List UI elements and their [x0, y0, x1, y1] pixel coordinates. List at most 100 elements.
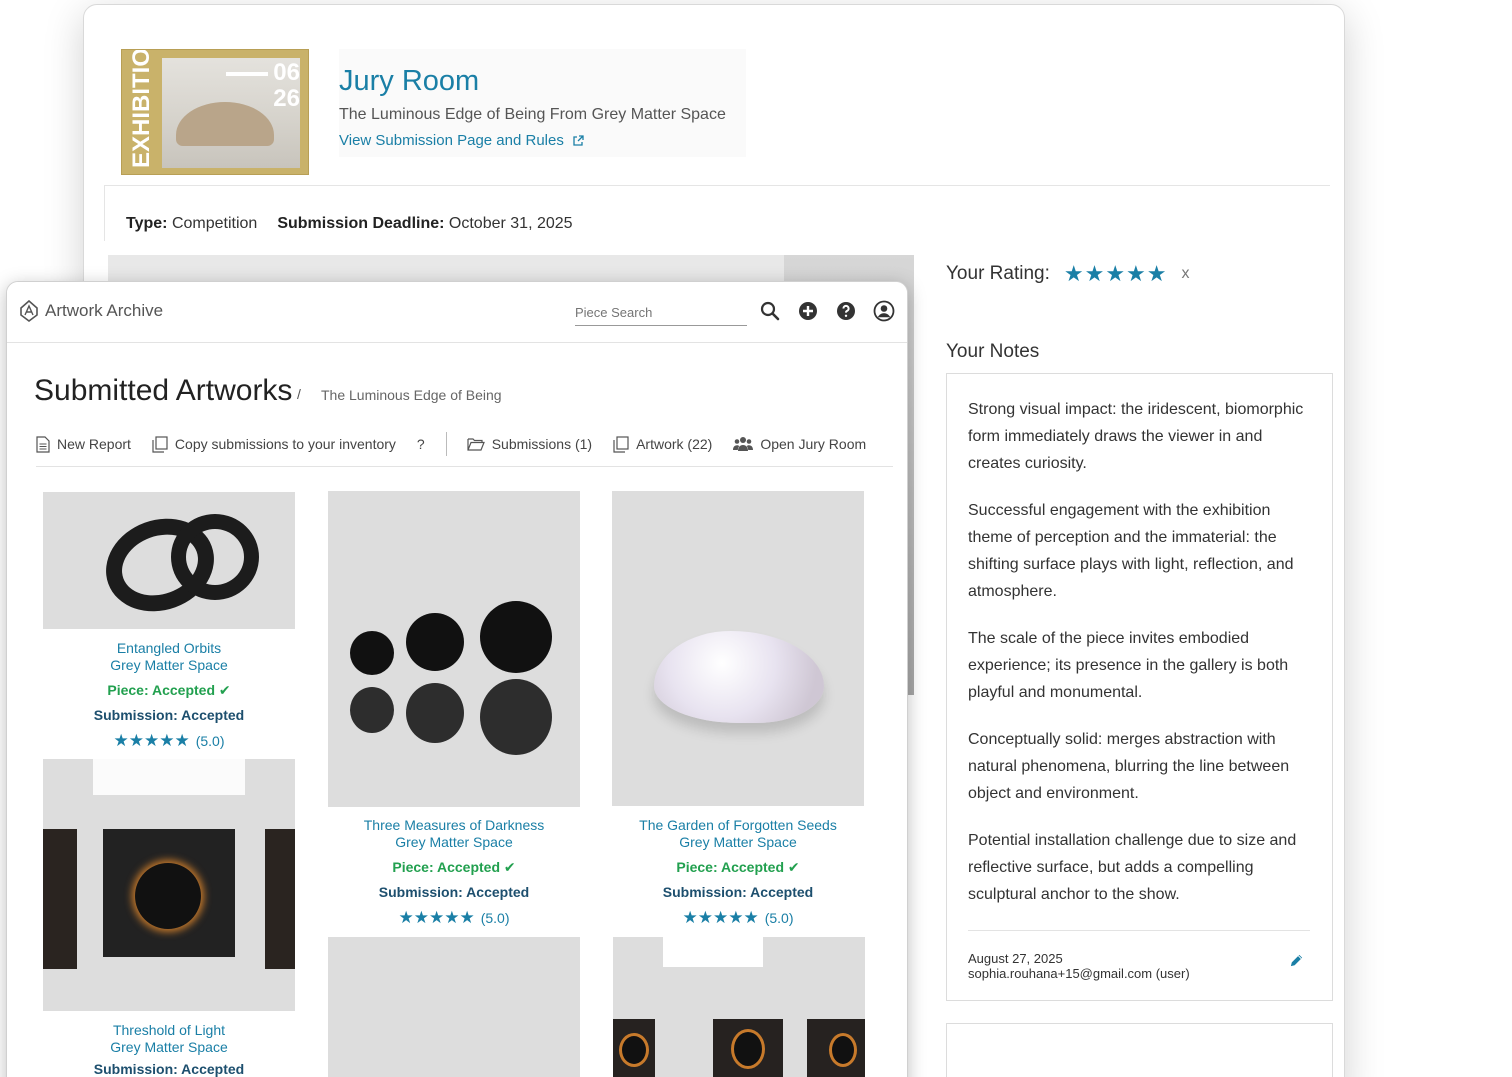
- submissions-button[interactable]: Submissions (1): [467, 436, 592, 452]
- piece-status-label: Piece: Accepted: [676, 859, 784, 875]
- submission-rules-link-label: View Submission Page and Rules: [339, 132, 564, 149]
- jury-room-title: Jury Room: [339, 65, 480, 97]
- artwork-thumbnail[interactable]: [43, 759, 295, 1011]
- copy-submissions-button[interactable]: Copy submissions to your inventory: [152, 435, 396, 453]
- sphere-shape: [350, 631, 394, 675]
- sphere-reflection: [350, 687, 394, 733]
- submission-status: Submission: Accepted: [93, 1061, 245, 1077]
- artwork-thumbnail[interactable]: [328, 937, 580, 1077]
- rating-stars: ★★★★★: [682, 908, 759, 927]
- artwork-card[interactable]: Threshold of Light Grey Matter Space Sub…: [43, 759, 295, 1077]
- user-icon[interactable]: [873, 300, 895, 322]
- header-divider: [104, 185, 1330, 186]
- gallery-skylight: [663, 937, 763, 967]
- artwork-title[interactable]: Entangled Orbits: [43, 640, 295, 657]
- note-author: sophia.rouhana+15@gmail.com (user): [968, 966, 1190, 981]
- help-icon[interactable]: [835, 300, 857, 322]
- check-icon: ✔: [787, 859, 800, 875]
- copy-help-label: ?: [416, 436, 425, 452]
- gallery-canvas: [43, 829, 77, 969]
- artwork-thumbnail[interactable]: [43, 492, 295, 629]
- jury-room-header: 06 26 EXHIBITION Jury Room The Luminous …: [121, 49, 746, 175]
- artwork-thumbnail[interactable]: [328, 491, 580, 807]
- artist-name[interactable]: Grey Matter Space: [43, 657, 295, 674]
- rating-value: (5.0): [195, 733, 225, 749]
- submissions-label: Submissions (1): [491, 436, 593, 452]
- poster-date-line2: 26: [273, 85, 300, 112]
- deadline-label: Submission Deadline:: [277, 215, 445, 232]
- rating-stars: ★★★★★: [398, 908, 475, 927]
- jury-room-titles: Jury Room The Luminous Edge of Being Fro…: [339, 49, 746, 157]
- rating-value: (5.0): [480, 910, 510, 926]
- submission-status: Submission: Accepted: [378, 884, 530, 900]
- artwork-card[interactable]: [613, 937, 865, 1077]
- sculpture-ring: [171, 514, 259, 600]
- second-notes-panel: [946, 1023, 1333, 1077]
- piece-search-input[interactable]: [575, 305, 747, 320]
- artwork-button[interactable]: Artwork (22): [613, 435, 712, 453]
- submission-meta: Type: Competition Submission Deadline: O…: [126, 215, 573, 233]
- brand-logo[interactable]: Artwork Archive: [19, 300, 163, 322]
- folder-open-icon: [467, 438, 485, 451]
- star-rating: ★★★★★ (5.0): [43, 732, 295, 750]
- rating-stars-input[interactable]: ★★★★★: [1064, 261, 1168, 287]
- sphere-reflection: [406, 683, 464, 743]
- eclipse-shape: [619, 1033, 649, 1067]
- add-circle-icon[interactable]: [797, 300, 819, 322]
- search-icon[interactable]: [759, 300, 781, 322]
- sculpture-blob: [654, 631, 824, 723]
- note-paragraph: The scale of the piece invites embodied …: [968, 630, 1289, 701]
- piece-status: Piece: Accepted ✔: [612, 859, 864, 876]
- artist-name[interactable]: Grey Matter Space: [43, 1039, 295, 1056]
- preview-ceiling: [108, 255, 784, 281]
- eclipse-shape: [829, 1033, 857, 1067]
- artwork-card[interactable]: The Garden of Forgotten Seeds Grey Matte…: [612, 491, 864, 927]
- breadcrumb[interactable]: The Luminous Edge of Being: [321, 387, 502, 403]
- submission-status: Submission: Accepted: [93, 707, 245, 723]
- jury-room-subtitle: The Luminous Edge of Being From Grey Mat…: [339, 106, 726, 123]
- note-paragraph: Strong visual impact: the iridescent, bi…: [968, 401, 1304, 472]
- type-label: Type:: [126, 215, 168, 232]
- artist-name[interactable]: Grey Matter Space: [612, 834, 864, 851]
- artwork-card[interactable]: Three Measures of Darkness Grey Matter S…: [328, 491, 580, 927]
- artwork-card[interactable]: Entangled Orbits Grey Matter Space Piece…: [43, 492, 295, 750]
- gallery-skylight: [93, 759, 245, 795]
- external-link-icon: [573, 134, 584, 146]
- piece-status: Piece: Accepted ✔: [328, 859, 580, 876]
- artwork-title[interactable]: Threshold of Light: [43, 1022, 295, 1039]
- note-paragraph: Conceptually solid: merges abstraction w…: [968, 731, 1290, 802]
- poster-vertical-text: EXHIBITION: [128, 49, 155, 168]
- document-icon: [36, 435, 50, 453]
- new-report-button[interactable]: New Report: [36, 435, 131, 453]
- brand-name: Artwork Archive: [45, 301, 164, 320]
- check-icon: ✔: [503, 859, 516, 875]
- eclipse-shape: [731, 1029, 765, 1069]
- artwork-thumbnail[interactable]: [613, 937, 865, 1077]
- artist-name[interactable]: Grey Matter Space: [328, 834, 580, 851]
- rating-label: Your Rating:: [946, 263, 1050, 284]
- artwork-thumbnail[interactable]: [612, 491, 864, 806]
- artwork-title[interactable]: Three Measures of Darkness: [328, 817, 580, 834]
- toolbar-divider: [445, 432, 447, 456]
- star-rating: ★★★★★ (5.0): [612, 909, 864, 927]
- note-footer: August 27, 2025 sophia.rouhana+15@gmail.…: [968, 930, 1310, 981]
- notes-panel: Strong visual impact: the iridescent, bi…: [946, 373, 1333, 1001]
- top-icon-group: [759, 300, 895, 322]
- top-navigation-bar: Artwork Archive: [7, 282, 907, 343]
- rating-stars: ★★★★★: [113, 731, 190, 750]
- rating-value: (5.0): [764, 910, 794, 926]
- artwork-card[interactable]: [328, 937, 580, 1077]
- piece-status-label: Piece: Accepted: [392, 859, 500, 875]
- artwork-title[interactable]: The Garden of Forgotten Seeds: [612, 817, 864, 834]
- clear-rating-button[interactable]: x: [1182, 265, 1190, 283]
- users-icon: [733, 437, 754, 451]
- submission-rules-link[interactable]: View Submission Page and Rules: [339, 132, 726, 149]
- sphere-reflection: [480, 679, 552, 755]
- poster-date: 06 26: [273, 60, 300, 112]
- open-jury-room-button[interactable]: Open Jury Room: [733, 436, 866, 452]
- pencil-icon[interactable]: [1289, 953, 1304, 968]
- artwork-archive-logo-icon: [20, 300, 38, 322]
- piece-status-label: Piece: Accepted: [107, 682, 215, 698]
- copy-help-button[interactable]: ?: [417, 436, 425, 452]
- poster-bar: [226, 72, 268, 76]
